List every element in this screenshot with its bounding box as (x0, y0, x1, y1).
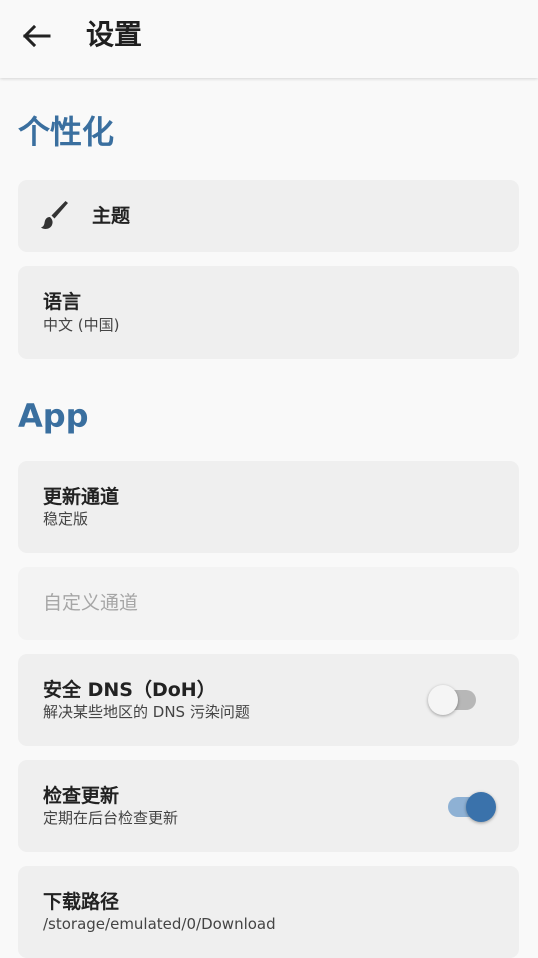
custom-channel-title: 自定义通道 (43, 592, 139, 614)
secure-dns-description: 解决某些地区的 DNS 污染问题 (43, 703, 250, 721)
download-path-title: 下载路径 (43, 891, 120, 913)
toggle-thumb (428, 685, 458, 715)
back-button[interactable] (12, 14, 60, 58)
update-channel-title: 更新通道 (43, 486, 120, 508)
paint-brush-icon (41, 201, 68, 229)
arrow-left-icon (22, 24, 51, 48)
section-header-app: App (18, 397, 89, 435)
update-channel-value: 稳定版 (43, 510, 89, 528)
language-setting[interactable]: 语言 中文 (中国) (18, 266, 519, 359)
language-title: 语言 (43, 291, 82, 313)
check-updates-description: 定期在后台检查更新 (43, 809, 179, 827)
update-channel-setting[interactable]: 更新通道 稳定版 (18, 461, 519, 553)
custom-channel-setting: 自定义通道 (18, 567, 519, 640)
download-path-setting[interactable]: 下载路径 /storage/emulated/0/Download (18, 866, 519, 958)
secure-dns-setting[interactable]: 安全 DNS（DoH） 解决某些地区的 DNS 污染问题 (18, 654, 519, 746)
theme-setting[interactable]: 主题 (18, 180, 519, 252)
check-updates-title: 检查更新 (43, 785, 120, 807)
secure-dns-title: 安全 DNS（DoH） (43, 679, 216, 701)
page-title: 设置 (86, 18, 143, 51)
toggle-thumb (466, 792, 496, 822)
check-updates-toggle[interactable] (440, 786, 496, 826)
top-app-bar: 设置 (0, 0, 538, 78)
theme-title: 主题 (92, 205, 131, 227)
section-header-personalization: 个性化 (18, 113, 115, 151)
check-updates-setting[interactable]: 检查更新 定期在后台检查更新 (18, 760, 519, 852)
download-path-value: /storage/emulated/0/Download (43, 915, 276, 933)
language-value: 中文 (中国) (43, 316, 120, 334)
secure-dns-toggle[interactable] (428, 679, 484, 719)
